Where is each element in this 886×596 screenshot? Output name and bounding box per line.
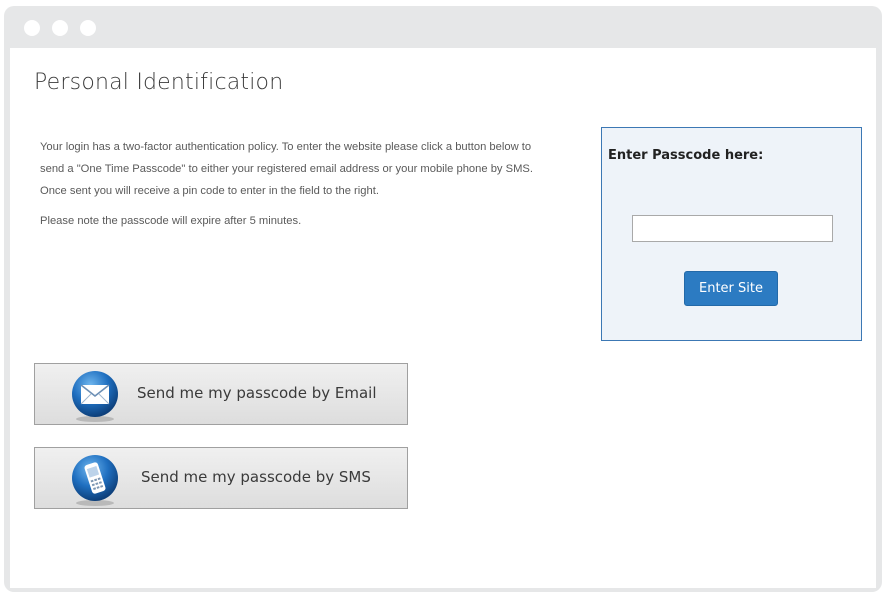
page-content: Personal Identification Your login has a… (10, 48, 876, 588)
intro-line: Your login has a two-factor authenticati… (40, 141, 532, 153)
window-titlebar (4, 6, 882, 48)
envelope-icon (72, 371, 118, 422)
page-title: Personal Identification (34, 70, 284, 95)
mobile-phone-icon (72, 455, 118, 506)
enter-site-button[interactable]: Enter Site (684, 271, 778, 306)
passcode-panel-title: Enter Passcode here: (608, 148, 764, 163)
passcode-input[interactable] (632, 215, 833, 242)
expiry-note: Please note the passcode will expire aft… (40, 215, 302, 227)
send-sms-passcode-button[interactable]: Send me my passcode by SMS (34, 447, 408, 509)
passcode-panel: Enter Passcode here: Enter Site (601, 127, 862, 341)
send-email-label: Send me my passcode by Email (137, 384, 377, 402)
browser-window: Personal Identification Your login has a… (4, 6, 882, 592)
intro-line: Once sent you will receive a pin code to… (40, 185, 379, 197)
window-control-dot[interactable] (24, 20, 40, 36)
send-sms-label: Send me my passcode by SMS (141, 468, 371, 486)
send-email-passcode-button[interactable]: Send me my passcode by Email (34, 363, 408, 425)
intro-text: Your login has a two-factor authenticati… (40, 136, 580, 232)
intro-line: send a "One Time Passcode" to either you… (40, 163, 533, 175)
window-control-dot[interactable] (52, 20, 68, 36)
window-control-dot[interactable] (80, 20, 96, 36)
